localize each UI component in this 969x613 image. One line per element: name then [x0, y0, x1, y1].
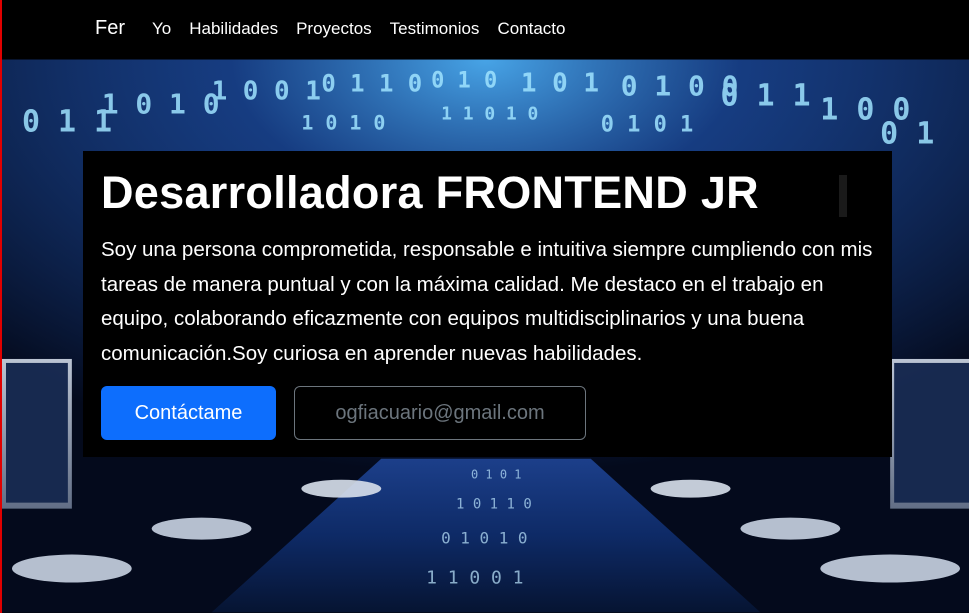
hero-card: Desarrolladora FRONTEND JR Soy una perso… [83, 151, 892, 457]
page: Fer Yo Habilidades Proyectos Testimonios… [0, 0, 969, 613]
svg-text:1 0 1 0: 1 0 1 0 [102, 87, 220, 120]
svg-text:1 0 1 1 0: 1 0 1 1 0 [456, 497, 532, 513]
brand-logo[interactable]: Fer [95, 17, 125, 40]
typing-cursor [839, 175, 847, 217]
svg-text:0 1 0 1: 0 1 0 1 [471, 468, 521, 482]
svg-text:1 1 0 1 0: 1 1 0 1 0 [441, 103, 538, 124]
svg-text:0 1 1: 0 1 1 [721, 78, 811, 113]
nav-links: Yo Habilidades Proyectos Testimonios Con… [152, 19, 565, 39]
nav-link-testimonios[interactable]: Testimonios [390, 19, 480, 39]
hero-description: Soy una persona comprometida, responsabl… [101, 238, 873, 365]
svg-text:1 0 0 1: 1 0 0 1 [212, 76, 321, 106]
svg-text:0 1 0 1: 0 1 0 1 [601, 112, 693, 137]
svg-text:0 1 1 0: 0 1 1 0 [321, 70, 422, 98]
svg-text:0 1 0 1 0: 0 1 0 1 0 [441, 529, 527, 548]
svg-text:0 1 0: 0 1 0 [431, 69, 497, 94]
contact-button[interactable]: Contáctame [101, 386, 276, 440]
svg-text:0 1 1: 0 1 1 [22, 104, 112, 139]
svg-text:0 1: 0 1 [880, 116, 934, 151]
svg-text:1 0 1: 1 0 1 [521, 69, 599, 99]
nav-link-contacto[interactable]: Contacto [497, 19, 565, 39]
svg-text:1 0 1 0: 1 0 1 0 [301, 110, 385, 134]
hero-title: Desarrolladora FRONTEND JR [101, 167, 759, 218]
email-button[interactable]: ogfiacuario@gmail.com [294, 386, 586, 440]
nav-link-proyectos[interactable]: Proyectos [296, 19, 372, 39]
nav-link-habilidades[interactable]: Habilidades [189, 19, 278, 39]
navbar: Fer Yo Habilidades Proyectos Testimonios… [2, 0, 969, 59]
svg-text:1 1 0 0 1: 1 1 0 0 1 [426, 567, 523, 588]
nav-link-yo[interactable]: Yo [152, 19, 171, 39]
